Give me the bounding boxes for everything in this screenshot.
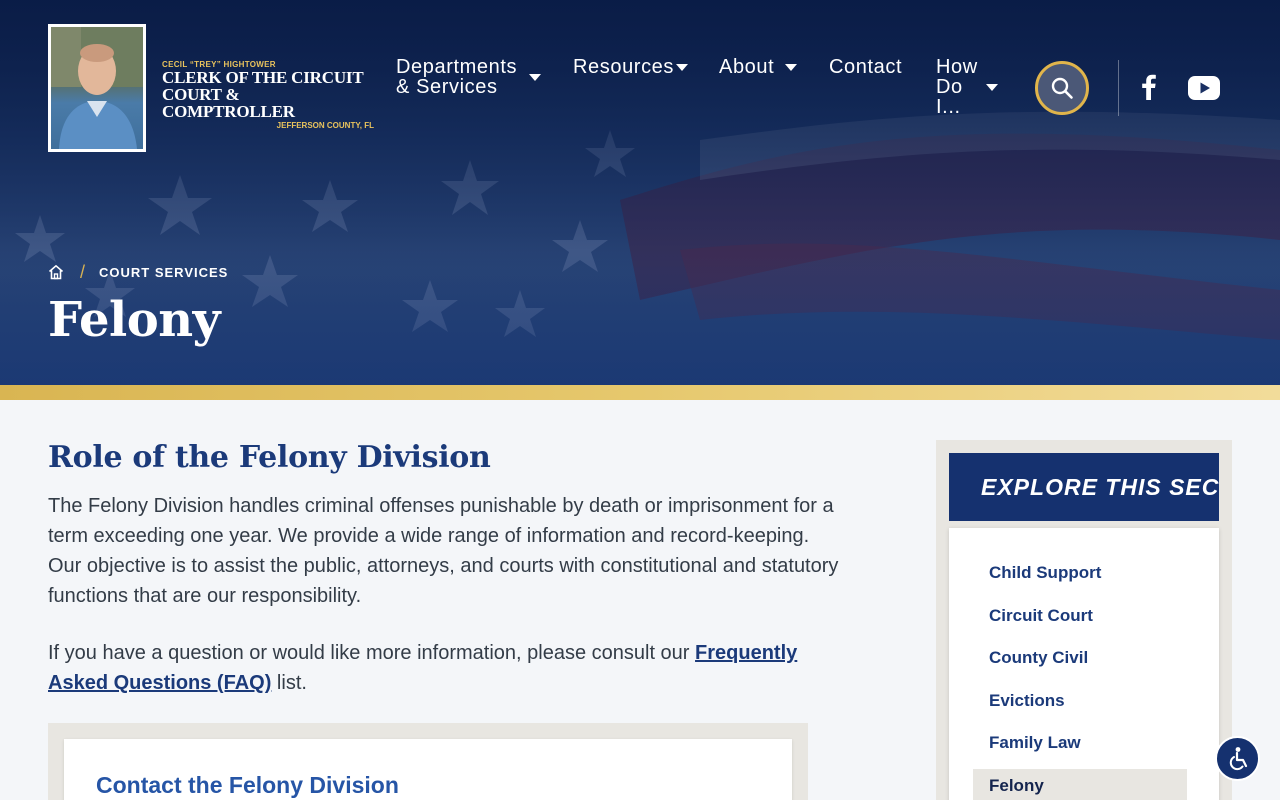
nav-about[interactable]: About xyxy=(719,57,774,77)
sidebar-item-county-civil[interactable]: County Civil xyxy=(973,641,1187,675)
youtube-link[interactable] xyxy=(1188,76,1220,105)
logo-title-line2: COURT & COMPTROLLER xyxy=(162,85,295,121)
nav-how-do-i[interactable]: How Do I... xyxy=(936,57,978,117)
faq-paragraph: If you have a question or would like mor… xyxy=(48,638,848,698)
chevron-down-icon[interactable] xyxy=(676,64,688,71)
nav-label: I... xyxy=(936,96,961,118)
accessibility-icon xyxy=(1229,746,1247,770)
nav-label: About xyxy=(719,56,775,78)
faq-text-after: list. xyxy=(271,672,307,694)
chevron-down-icon[interactable] xyxy=(785,64,797,71)
explore-section-header: EXPLORE THIS SECTION xyxy=(949,453,1219,521)
chevron-down-icon[interactable] xyxy=(986,84,998,91)
nav-label: Departments xyxy=(396,56,518,78)
sidebar-item-family-law[interactable]: Family Law xyxy=(973,726,1187,760)
breadcrumb: / COURT SERVICES xyxy=(48,261,228,282)
sidebar-item-felony[interactable]: Felony xyxy=(973,769,1187,800)
portrait-image xyxy=(51,27,143,149)
accessibility-button[interactable] xyxy=(1215,736,1260,781)
nav-label: Do xyxy=(936,76,963,98)
facebook-icon xyxy=(1142,74,1156,100)
home-icon[interactable] xyxy=(48,264,64,280)
section-heading: Role of the Felony Division xyxy=(48,440,491,475)
search-icon xyxy=(1051,77,1073,99)
logo-title-line1: CLERK OF THE CIRCUIT xyxy=(162,68,364,87)
facebook-link[interactable] xyxy=(1138,74,1160,105)
clerk-portrait[interactable] xyxy=(48,24,146,152)
gold-accent-bar xyxy=(0,385,1280,400)
nav-label: & Services xyxy=(396,76,498,98)
youtube-icon xyxy=(1188,76,1220,100)
breadcrumb-separator: / xyxy=(80,261,86,282)
nav-resources[interactable]: Resources xyxy=(573,57,674,77)
breadcrumb-court-services[interactable]: COURT SERVICES xyxy=(99,265,228,280)
chevron-down-icon[interactable] xyxy=(529,74,541,81)
nav-label: How xyxy=(936,56,978,78)
sidebar-item-child-support[interactable]: Child Support xyxy=(973,556,1187,590)
nav-label: Resources xyxy=(573,56,674,78)
page-title: Felony xyxy=(48,292,221,348)
intro-paragraph: The Felony Division handles criminal off… xyxy=(48,495,839,607)
sidebar-item-circuit-court[interactable]: Circuit Court xyxy=(973,599,1187,633)
faq-text-before: If you have a question or would like mor… xyxy=(48,642,696,664)
explore-section-label: EXPLORE THIS SECTION xyxy=(981,474,1219,500)
nav-departments-services[interactable]: Departments & Services xyxy=(396,57,517,97)
nav-contact[interactable]: Contact xyxy=(829,57,902,77)
header-divider xyxy=(1118,60,1119,116)
logo-county: JEFFERSON COUNTY, FL xyxy=(276,121,374,130)
search-button[interactable] xyxy=(1035,61,1089,115)
contact-card-title: Contact the Felony Division xyxy=(96,772,399,798)
nav-label: Contact xyxy=(829,56,903,78)
site-logo[interactable]: CECIL “TREY” HIGHTOWER CLERK OF THE CIRC… xyxy=(162,60,374,130)
sidebar-item-evictions[interactable]: Evictions xyxy=(973,684,1187,718)
